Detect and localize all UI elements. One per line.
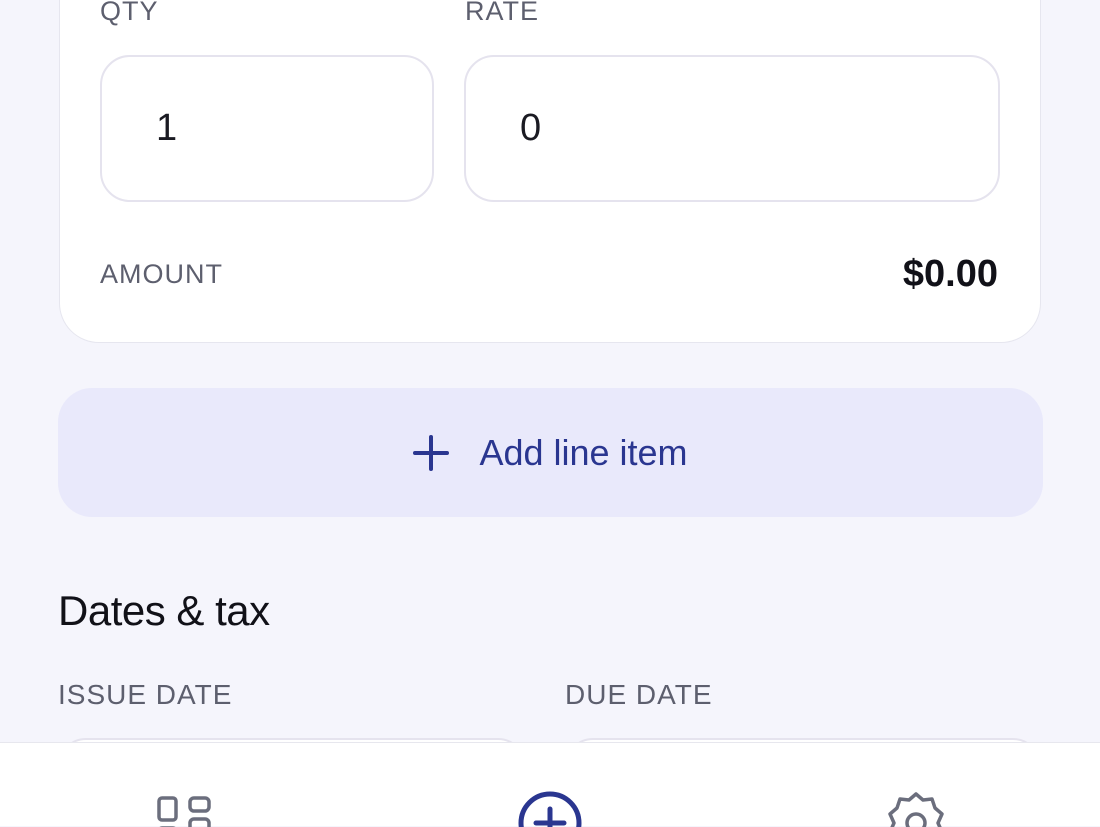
qty-value: 1: [156, 107, 178, 149]
issue-date-label: ISSUE DATE: [58, 679, 233, 710]
add-line-item-label: Add line item: [479, 431, 688, 473]
rate-input[interactable]: 0: [464, 55, 1000, 202]
rate-value: 0: [520, 107, 542, 149]
add-circle-icon: [518, 791, 582, 827]
dashboard-icon: [157, 796, 211, 827]
amount-label: AMOUNT: [100, 259, 223, 289]
nav-settings-button[interactable]: [856, 743, 976, 827]
rate-label: RATE: [465, 0, 540, 26]
nav-dashboard-button[interactable]: [124, 743, 244, 827]
qty-input[interactable]: 1: [100, 55, 434, 202]
add-line-item-button[interactable]: Add line item: [58, 388, 1043, 517]
due-date-label: DUE DATE: [565, 679, 713, 710]
qty-label: QTY: [100, 0, 159, 26]
nav-create-button[interactable]: [490, 743, 610, 827]
amount-value: $0.00: [902, 253, 998, 295]
dates-tax-heading: Dates & tax: [58, 587, 270, 634]
gear-icon: [888, 792, 944, 827]
bottom-nav: [0, 742, 1100, 827]
plus-icon: [413, 434, 450, 471]
